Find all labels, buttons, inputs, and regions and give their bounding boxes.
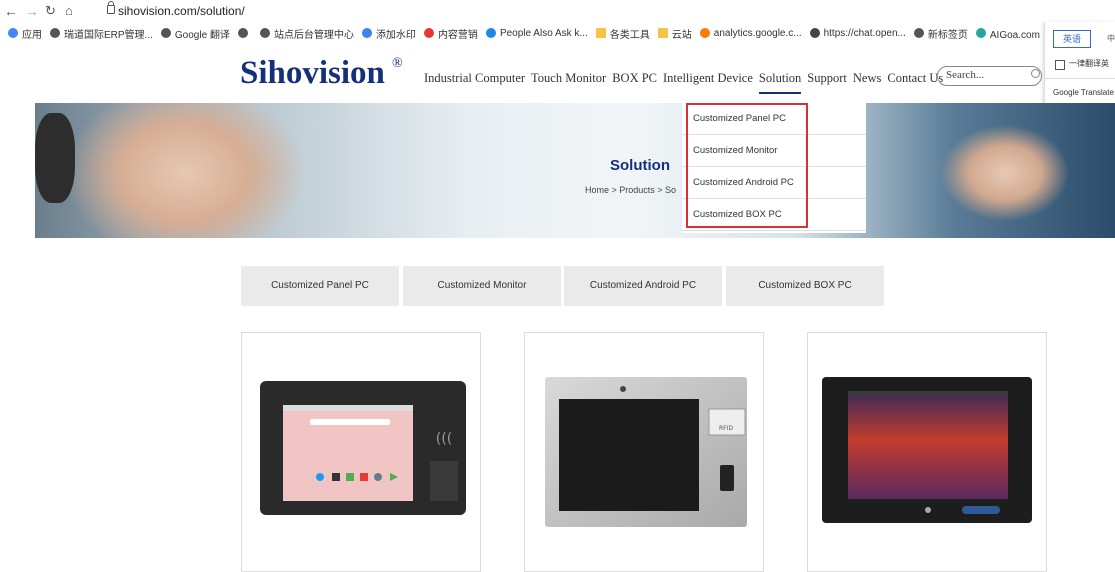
google-translate-label: Google Translate bbox=[1053, 88, 1114, 97]
heart-icon bbox=[361, 28, 372, 38]
product-card[interactable]: ((( bbox=[241, 332, 481, 572]
nav-item[interactable]: Industrial Computer bbox=[424, 71, 525, 94]
folder-icon bbox=[595, 28, 606, 38]
bookmark-item[interactable]: 站点后台管理中心 bbox=[259, 26, 354, 41]
always-translate-checkbox[interactable] bbox=[1055, 60, 1065, 70]
page-title: Solution bbox=[610, 157, 670, 174]
nav-item[interactable]: News bbox=[853, 71, 881, 94]
search-icon[interactable] bbox=[1031, 69, 1040, 78]
bookmark-item[interactable]: 应用 bbox=[8, 26, 42, 41]
analytics-icon bbox=[699, 28, 710, 38]
hero-banner bbox=[35, 103, 1115, 238]
globe-icon bbox=[160, 28, 171, 38]
translate-other-language[interactable]: 中 bbox=[1107, 33, 1115, 44]
folder-icon bbox=[657, 28, 668, 38]
bookmark-item[interactable]: 新标签页 bbox=[913, 26, 968, 41]
bookmark-item[interactable] bbox=[237, 28, 252, 38]
tab-monitor[interactable]: Customized Monitor bbox=[403, 266, 561, 306]
banner-hand-image bbox=[915, 113, 1095, 238]
bookmark-label: 云站 bbox=[671, 29, 692, 41]
address-bar: ← → ↻ ⌂ sihovision.com/solution/ bbox=[0, 0, 1115, 22]
nav-item[interactable]: Contact Us bbox=[887, 71, 943, 94]
registered-mark: ® bbox=[392, 56, 403, 71]
bookmark-item[interactable]: Google 翻译 bbox=[160, 26, 230, 41]
bookmark-label: analytics.google.c... bbox=[713, 27, 802, 39]
bookmark-label: 瑞道国际ERP管理... bbox=[64, 29, 153, 41]
site-logo[interactable]: Sihovision bbox=[240, 55, 385, 92]
chatgpt-icon bbox=[809, 28, 820, 38]
bookmark-label: People Also Ask k... bbox=[499, 27, 588, 39]
globe-icon bbox=[913, 28, 924, 38]
bookmark-label: AIGoa.com - AI聚... bbox=[989, 29, 1040, 41]
url-text[interactable]: sihovision.com/solution/ bbox=[118, 4, 245, 18]
reload-icon[interactable]: ↻ bbox=[45, 2, 56, 20]
bookmark-label: 应用 bbox=[22, 29, 42, 41]
globe-icon bbox=[237, 28, 248, 38]
panel-pc-black-image bbox=[822, 377, 1032, 523]
forward-arrow-icon[interactable]: → bbox=[25, 2, 39, 20]
lock-icon bbox=[107, 1, 115, 14]
back-arrow-icon[interactable]: ← bbox=[4, 2, 18, 20]
search-input[interactable]: Search... bbox=[937, 66, 1042, 86]
product-card[interactable]: RFID bbox=[524, 332, 764, 572]
banner-person-image bbox=[35, 103, 335, 238]
nav-item[interactable]: Solution bbox=[758, 71, 802, 94]
tab-android-pc[interactable]: Customized Android PC bbox=[564, 266, 722, 306]
bookmark-label: 添加水印 bbox=[375, 29, 416, 41]
bookmark-item[interactable]: https://chat.open... bbox=[809, 27, 906, 39]
product-card[interactable] bbox=[807, 332, 1047, 572]
bookmark-label: 各类工具 bbox=[609, 29, 650, 41]
nav-item[interactable]: BOX PC bbox=[612, 71, 657, 94]
highlight-box bbox=[686, 103, 808, 228]
bookmark-item[interactable]: analytics.google.c... bbox=[699, 27, 802, 39]
circle-icon bbox=[485, 28, 496, 38]
rfid-label: RFID bbox=[719, 425, 733, 432]
home-icon[interactable]: ⌂ bbox=[65, 2, 73, 20]
bookmark-item[interactable]: 内容营销 bbox=[423, 26, 478, 41]
bookmark-item[interactable]: 瑞道国际ERP管理... bbox=[50, 26, 153, 41]
nav-item[interactable]: Touch Monitor bbox=[531, 71, 606, 94]
translate-language-button[interactable]: 英语 bbox=[1053, 30, 1091, 48]
bookmark-label: 站点后台管理中心 bbox=[273, 29, 354, 41]
bookmark-item[interactable]: 各类工具 bbox=[595, 26, 650, 41]
main-nav: Industrial Computer Touch Monitor BOX PC In… bbox=[424, 71, 949, 94]
nav-item[interactable]: Support bbox=[807, 71, 847, 94]
tab-box-pc[interactable]: Customized BOX PC bbox=[726, 266, 884, 306]
always-translate-label: 一律翻译英 bbox=[1069, 59, 1109, 68]
bookmark-item[interactable]: AIGoa.com - AI聚... bbox=[975, 26, 1040, 41]
stainless-panel-pc-image: RFID bbox=[545, 377, 747, 527]
svg-text:(((: ((( bbox=[436, 431, 452, 447]
tab-panel-pc[interactable]: Customized Panel PC bbox=[241, 266, 399, 306]
search-placeholder: Search... bbox=[946, 69, 985, 81]
nav-item[interactable]: Intelligent Device bbox=[663, 71, 753, 94]
bookmark-item[interactable]: 云站 bbox=[657, 26, 692, 41]
android-panel-pc-image: ((( bbox=[260, 381, 466, 515]
bookmark-label: 内容营销 bbox=[437, 29, 478, 41]
circle-icon bbox=[975, 28, 986, 38]
bookmark-label: 新标签页 bbox=[927, 29, 968, 41]
headset-image bbox=[35, 113, 75, 203]
bookmark-item[interactable]: People Also Ask k... bbox=[485, 27, 588, 39]
apps-grid-icon bbox=[8, 28, 18, 38]
bookmark-label: https://chat.open... bbox=[823, 27, 906, 39]
divider bbox=[1045, 78, 1115, 79]
globe-icon bbox=[259, 28, 270, 38]
circle-icon bbox=[423, 28, 434, 38]
breadcrumb[interactable]: Home > Products > So bbox=[585, 185, 676, 195]
globe-icon bbox=[50, 28, 60, 38]
bookmark-label: Google 翻译 bbox=[174, 29, 230, 41]
bookmarks-bar: 应用 瑞道国际ERP管理... Google 翻译 站点后台管理中心 添加水印 内容营销 P… bbox=[0, 22, 1040, 44]
bookmark-item[interactable]: 添加水印 bbox=[361, 26, 416, 41]
